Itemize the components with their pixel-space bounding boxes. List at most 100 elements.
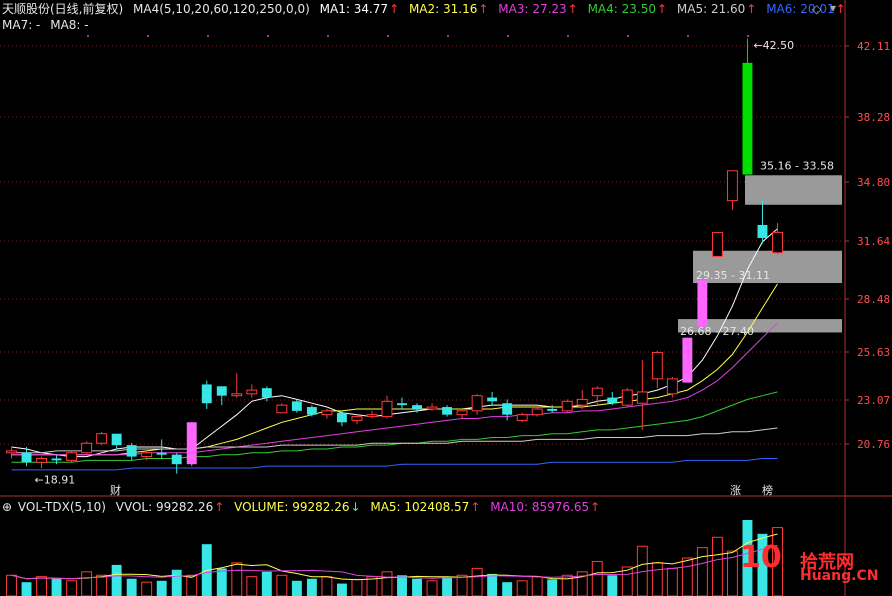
marker-dot <box>507 35 509 37</box>
volume-bar <box>321 576 333 596</box>
candle-body <box>66 452 78 461</box>
volume-bar <box>711 536 723 596</box>
volume-bar <box>276 574 288 596</box>
candle-body <box>336 412 347 423</box>
candle-body <box>487 397 498 402</box>
candle-body <box>21 452 32 463</box>
candle-body <box>156 452 167 455</box>
candle-body <box>651 352 663 380</box>
high-label: ←42.50 <box>753 39 794 52</box>
volume-bar <box>126 578 137 596</box>
marker-dot <box>687 35 689 37</box>
y-tick-label: 25.63 <box>857 346 890 359</box>
candle-body <box>111 433 122 446</box>
watermark-domain: Huang.CN <box>800 568 879 584</box>
marker-dot <box>147 35 149 37</box>
candle-body <box>576 398 588 406</box>
marker-dot <box>327 35 329 37</box>
candle-body <box>757 224 768 239</box>
candle-body <box>201 384 212 404</box>
volume-bar <box>66 580 78 596</box>
candle-body <box>561 400 573 412</box>
volume-bar <box>591 560 603 596</box>
volume-bar <box>426 580 438 596</box>
candle-body <box>516 414 528 421</box>
candle-body <box>246 389 258 395</box>
candle-body <box>502 403 513 415</box>
volume-bar <box>186 574 198 596</box>
volume-bar <box>111 564 122 596</box>
candle-body <box>471 395 483 412</box>
volume-bar <box>607 575 618 596</box>
volume-bar <box>51 578 62 596</box>
candle-body <box>291 401 302 411</box>
candle-body <box>381 400 393 418</box>
candle-body <box>742 62 753 175</box>
volume-bar <box>456 574 468 596</box>
zone1-label: 35.16 - 33.58 <box>760 159 834 172</box>
candle-body <box>141 452 153 458</box>
candle-body <box>321 410 333 416</box>
ma-line-ma5 <box>11 427 778 454</box>
candle-body <box>636 391 648 404</box>
y-tick-label: 38.28 <box>857 111 890 124</box>
volume-bar <box>412 578 422 596</box>
y-tick-label: 23.07 <box>857 394 890 407</box>
volume-bar <box>36 576 48 596</box>
volume-bar <box>502 582 513 596</box>
candle-body <box>186 422 197 465</box>
candle-body <box>276 404 288 414</box>
candle-body <box>171 454 182 465</box>
candle-body <box>531 408 543 416</box>
candle-body <box>397 403 407 406</box>
candle-body <box>666 378 678 395</box>
volume-bar <box>381 571 393 596</box>
volume-bar <box>6 574 17 596</box>
volume-bar <box>621 566 633 596</box>
marker-dot <box>87 35 89 37</box>
marker-dot <box>387 35 389 37</box>
y-tick-label: 20.76 <box>857 438 890 451</box>
candle-body <box>126 445 137 457</box>
volume-bar <box>81 571 93 596</box>
volume-bar <box>547 579 558 596</box>
y-tick-label: 31.64 <box>857 235 890 248</box>
volume-bar <box>471 567 483 596</box>
ma-line-ma3 <box>11 322 778 456</box>
volume-bar <box>306 578 317 596</box>
candle-body <box>772 231 783 254</box>
volume-bar <box>21 582 32 596</box>
volume-bar <box>487 573 498 596</box>
candle-body <box>697 280 708 327</box>
candle-body <box>261 388 272 398</box>
candle-body <box>621 389 633 406</box>
volume-bar <box>336 583 347 596</box>
volume-bar <box>156 580 167 596</box>
candle-body <box>51 458 62 461</box>
marker-dot <box>267 35 269 37</box>
price-zone <box>745 175 842 205</box>
volume-bar <box>261 571 272 596</box>
candle-body <box>547 408 558 411</box>
y-tick-label: 34.80 <box>857 176 890 189</box>
marker-dot <box>447 35 449 37</box>
low-label: ←18.91 <box>35 474 76 487</box>
volume-bar <box>141 581 153 596</box>
candle-body <box>591 387 603 397</box>
candle-body <box>442 407 453 415</box>
candle-body <box>412 405 422 409</box>
watermark-number: 10 <box>740 540 782 575</box>
candle-body <box>36 457 48 463</box>
price-volume-chart[interactable]: 20.76 23.07 25.63 28.48 31.64 34.80 38.28 42.11… <box>0 0 892 596</box>
marker-dot <box>207 35 209 37</box>
candle-body <box>216 386 227 396</box>
y-tick-label: 28.48 <box>857 293 890 306</box>
volume-bar <box>651 562 663 596</box>
volume-bar <box>231 562 243 596</box>
candle-body <box>607 397 618 404</box>
marker-dot <box>747 35 749 37</box>
volume-bar <box>696 547 708 596</box>
chart-window: 天顺股份(日线,前复权) MA4(5,10,20,60,120,250,0,0)… <box>0 0 892 596</box>
candle-body <box>456 410 468 416</box>
dragon-tiger-marker: 榜 <box>762 483 773 497</box>
